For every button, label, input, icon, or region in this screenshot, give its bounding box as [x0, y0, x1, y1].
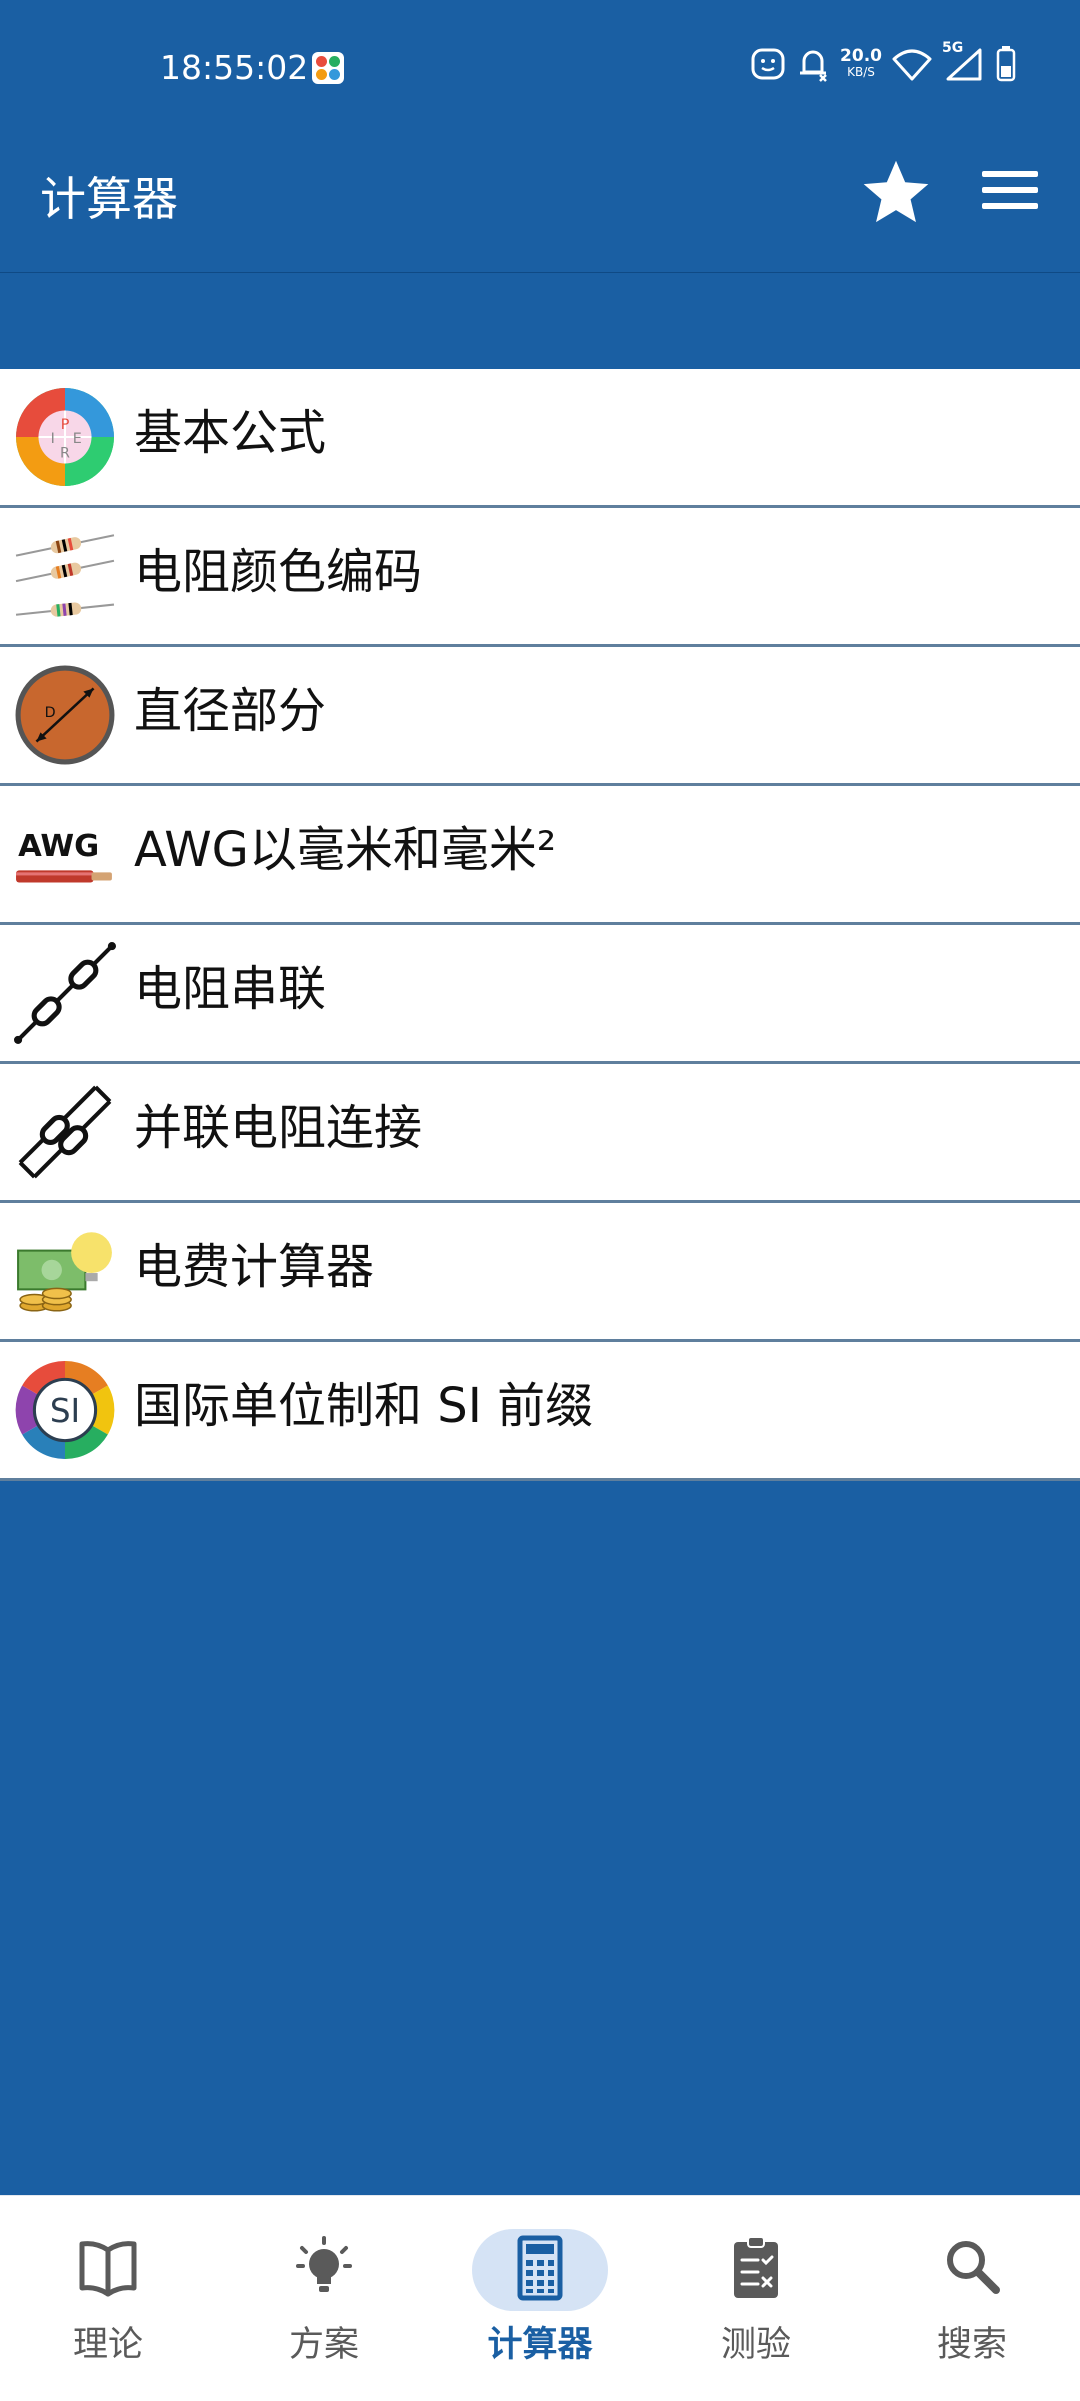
list-item-label: 并联电阻连接 [134, 1100, 423, 1156]
list-item-resistor-color-code[interactable]: 电阻颜色编码 [0, 508, 1080, 647]
page-title: 计算器 [40, 172, 178, 226]
nav-label: 计算器 [487, 2325, 593, 2365]
battery-icon [996, 46, 1016, 82]
clipboard-quiz-icon [734, 2236, 778, 2298]
awg-badge: AWG [18, 829, 99, 864]
resistors-series-icon [14, 942, 116, 1044]
awg-wire-icon: AWG [16, 829, 112, 883]
nav-label: 搜索 [936, 2325, 1007, 2365]
nav-label: 理论 [72, 2325, 143, 2365]
nav-item-theory[interactable]: 理论 [0, 2196, 216, 2401]
ohms-law-wheel-icon: P I E R [16, 388, 114, 486]
svg-text:D: D [45, 705, 56, 721]
nav-item-schemes[interactable]: 方案 [216, 2196, 432, 2401]
shield-face-icon [751, 48, 785, 80]
calculator-list: P I E R 基本公式 电阻颜色编码 D 直径部分 AWG AWG以毫米和毫米… [0, 369, 1080, 1481]
list-item-label: 电阻串联 [134, 961, 327, 1017]
resistor-color-code-icon [15, 534, 115, 617]
net-speed: 20.0 KB/S [840, 48, 882, 80]
hamburger-menu-icon [982, 171, 1038, 209]
svg-text:I: I [51, 431, 55, 447]
list-item-awg[interactable]: AWG AWG以毫米和毫米² [0, 786, 1080, 925]
calculator-icon [517, 2235, 563, 2301]
list-item-basic-formulas[interactable]: P I E R 基本公式 [0, 369, 1080, 508]
list-item-series-resistors[interactable]: 电阻串联 [0, 925, 1080, 1064]
list-item-label: 基本公式 [134, 405, 327, 461]
si-badge: SI [50, 1392, 80, 1430]
nav-label: 测验 [720, 2325, 791, 2365]
list-item-label: 电费计算器 [134, 1239, 375, 1295]
list-item-label: 直径部分 [134, 683, 327, 739]
nav-item-quiz[interactable]: 测验 [648, 2196, 864, 2401]
wifi-icon [892, 49, 932, 81]
electricity-cost-icon [17, 1232, 112, 1312]
app-notification-icon [312, 52, 344, 84]
list-item-wire-diameter[interactable]: D 直径部分 [0, 647, 1080, 786]
favorites-button[interactable] [858, 155, 934, 231]
list-item-si-units[interactable]: SI 国际单位制和 SI 前缀 [0, 1342, 1080, 1481]
si-units-icon: SI [15, 1361, 115, 1459]
wire-diameter-icon: D [15, 665, 115, 765]
status-bar: 18:55:02 20.0 KB/S 5G [0, 0, 1080, 135]
svg-text:P: P [61, 417, 70, 433]
nav-item-search[interactable]: 搜索 [864, 2196, 1080, 2401]
resistors-parallel-icon [18, 1085, 112, 1179]
svg-text:R: R [60, 445, 70, 461]
signal-icon [946, 48, 982, 81]
nav-item-calculator[interactable]: 计算器 [432, 2196, 648, 2401]
svg-text:E: E [73, 431, 82, 447]
nav-label: 方案 [288, 2325, 359, 2365]
notification-muted-icon [800, 50, 827, 82]
book-icon [79, 2241, 137, 2297]
lightbulb-icon [296, 2236, 352, 2292]
net-speed-value: 20.0 [840, 46, 882, 66]
list-item-label: AWG以毫米和毫米² [134, 822, 557, 878]
list-item-electricity-cost[interactable]: 电费计算器 [0, 1203, 1080, 1342]
cell-signal: 5G [942, 40, 986, 82]
bottom-navigation: 理论 方案 计算器 测验 搜索 [0, 2195, 1080, 2401]
menu-button[interactable] [978, 161, 1054, 221]
list-item-label: 国际单位制和 SI 前缀 [134, 1378, 594, 1434]
search-icon [947, 2241, 1000, 2294]
list-item-parallel-resistors[interactable]: 并联电阻连接 [0, 1064, 1080, 1203]
status-time: 18:55:02 [160, 48, 309, 87]
star-icon [863, 160, 929, 223]
list-item-label: 电阻颜色编码 [134, 544, 423, 600]
app-bar: 计算器 [0, 135, 1080, 273]
net-speed-unit: KB/S [847, 65, 875, 79]
